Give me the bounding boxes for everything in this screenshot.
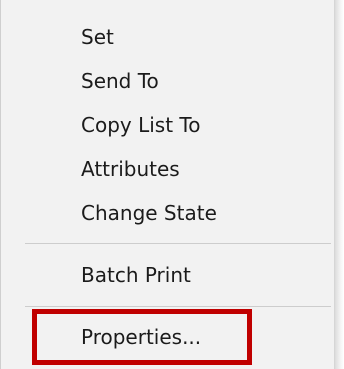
menu-item-label: Batch Print — [81, 263, 191, 287]
menu-item-change-state[interactable]: Change State — [3, 193, 333, 233]
menu-item-label: Send To — [81, 69, 159, 93]
menu-item-attributes[interactable]: Attributes — [3, 149, 333, 189]
menu-shadow — [335, 0, 344, 369]
menu-item-label: Copy List To — [81, 113, 201, 137]
context-menu: Set Send To Copy List To Attributes Chan… — [0, 0, 335, 369]
menu-item-properties[interactable]: Properties... — [3, 317, 333, 357]
menu-item-copy-list-to[interactable]: Copy List To — [3, 105, 333, 145]
menu-separator — [25, 243, 331, 244]
menu-separator — [25, 306, 331, 307]
menu-item-label: Set — [81, 25, 114, 49]
menu-item-send-to[interactable]: Send To — [3, 61, 333, 101]
menu-item-set[interactable]: Set — [3, 17, 333, 57]
menu-item-label: Change State — [81, 201, 217, 225]
menu-item-label: Properties... — [81, 325, 202, 349]
menu-item-batch-print[interactable]: Batch Print — [3, 255, 333, 295]
menu-item-label: Attributes — [81, 157, 180, 181]
